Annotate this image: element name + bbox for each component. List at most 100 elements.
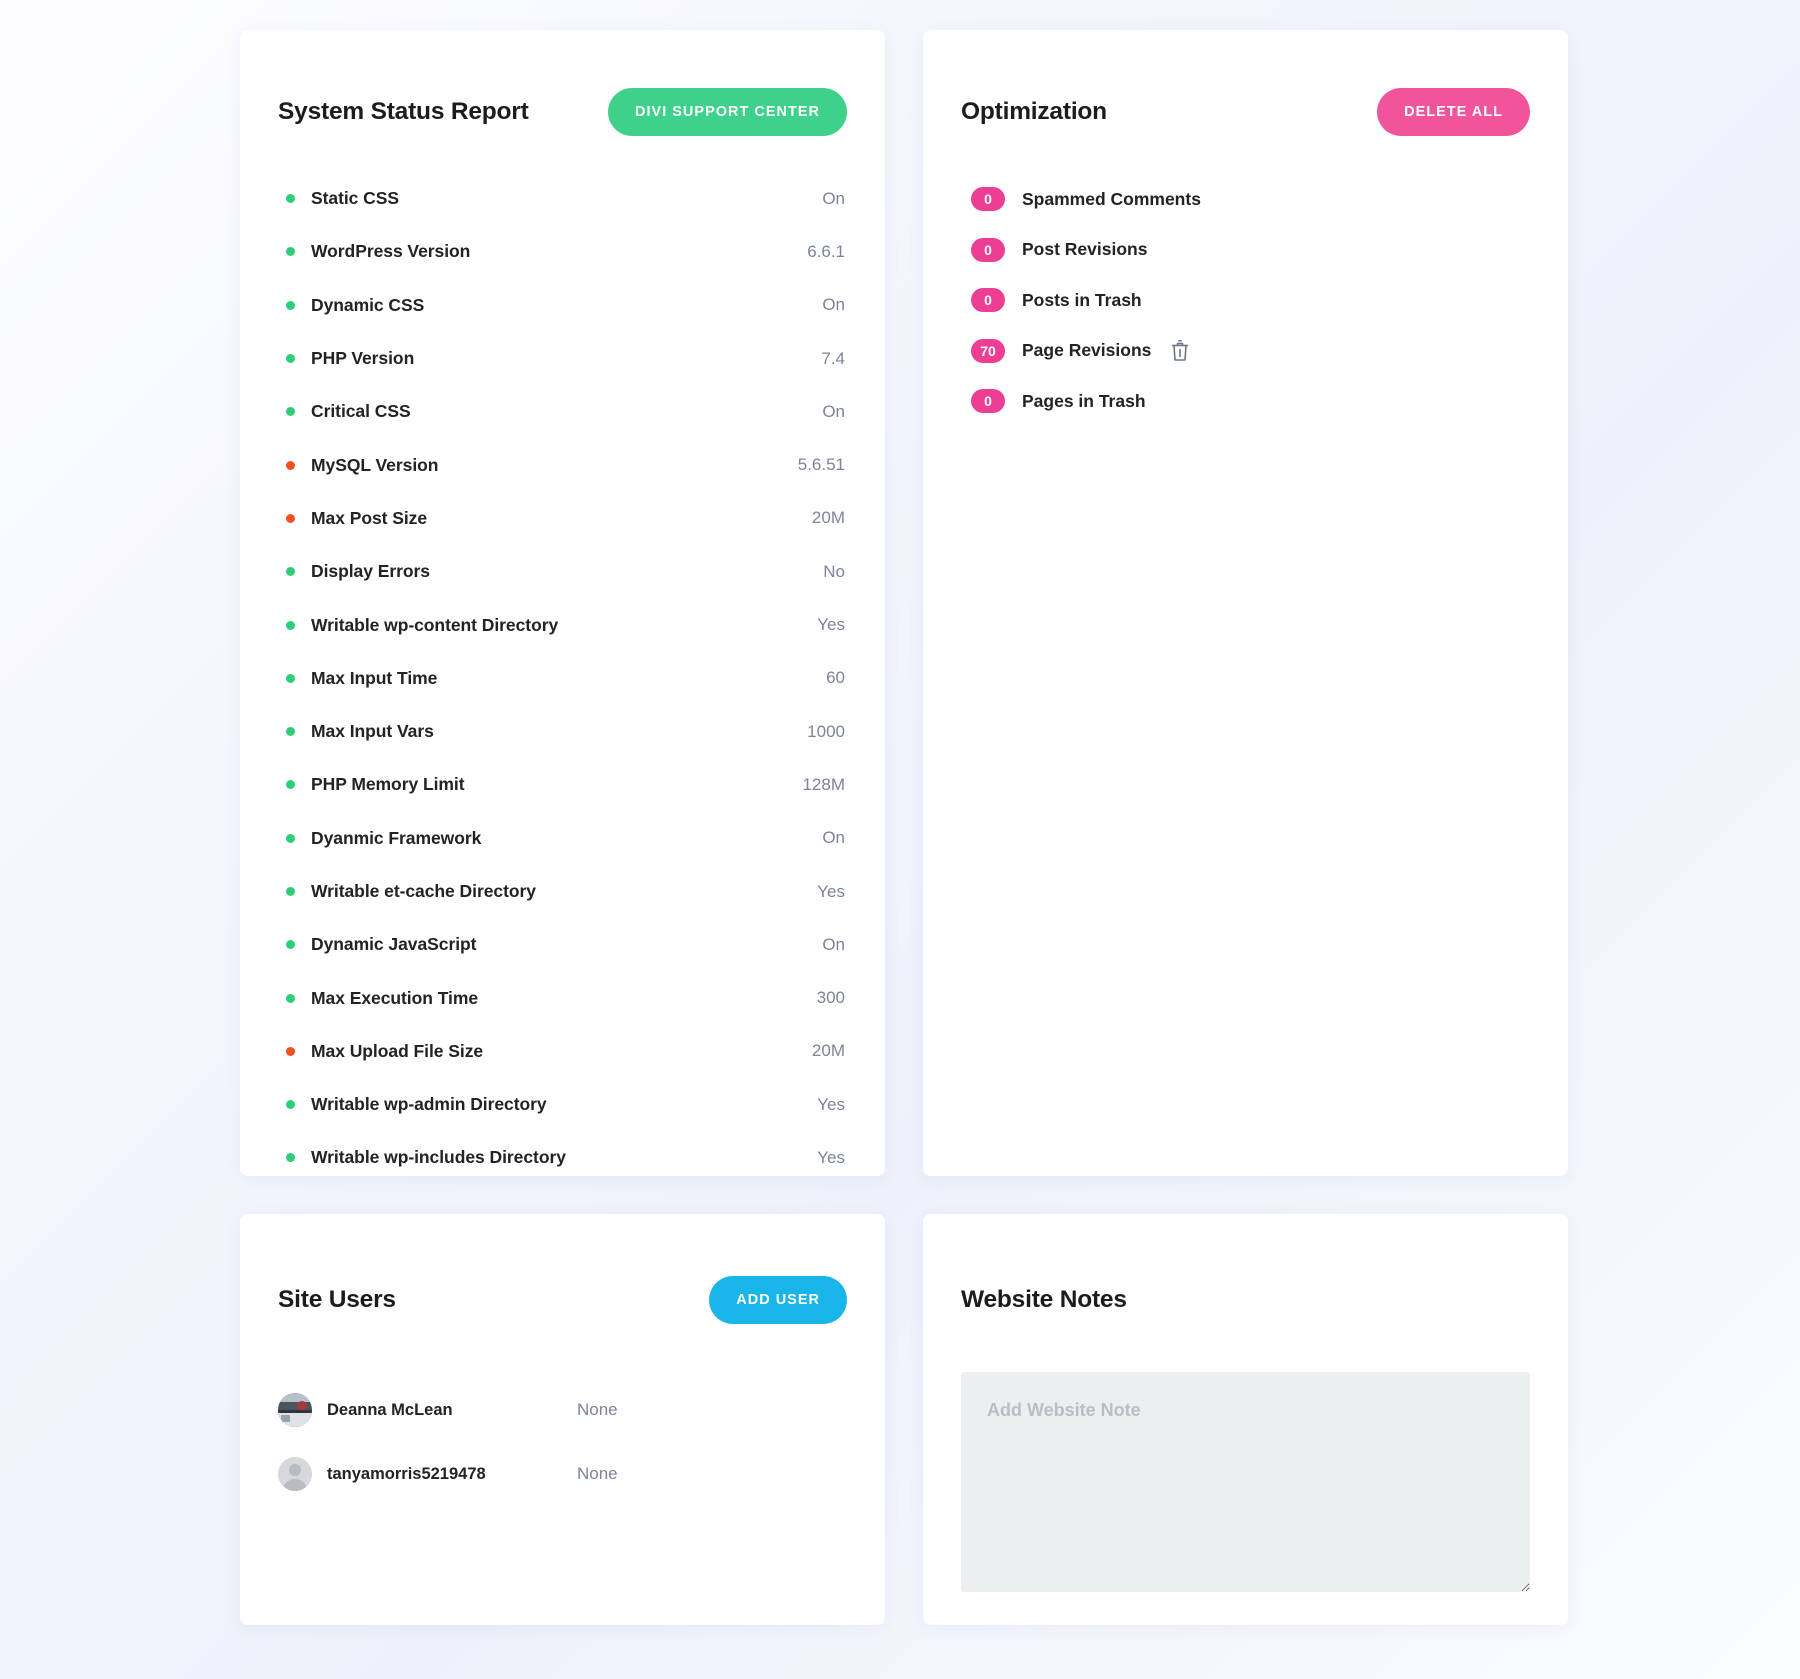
status-dot-icon (286, 247, 295, 257)
table-row: Max Input Vars 1000 (278, 705, 847, 758)
site-users-card: Site Users ADD USER Deanna McLean None t… (240, 1214, 885, 1625)
status-label: PHP Memory Limit (311, 774, 465, 795)
status-dot-icon (286, 460, 295, 470)
status-dot-icon (286, 780, 295, 790)
table-row: Dyanmic Framework On (278, 812, 847, 865)
avatar (278, 1457, 312, 1491)
status-value: 1000 (807, 721, 845, 741)
status-dot-icon (286, 887, 295, 896)
table-row: Writable et-cache Directory Yes (278, 865, 847, 918)
status-label: Dynamic CSS (311, 294, 425, 315)
table-row: PHP Memory Limit 128M (278, 758, 847, 811)
status-value: On (822, 295, 845, 315)
status-label: MySQL Version (311, 454, 439, 475)
status-dot-icon (286, 727, 295, 737)
divi-support-center-button[interactable]: DIVI SUPPORT CENTER (608, 88, 847, 136)
optimization-label: Post Revisions (1022, 239, 1148, 260)
status-dot-icon (286, 194, 295, 204)
optimization-card: Optimization DELETE ALL 0 Spammed Commen… (923, 30, 1568, 1176)
page-title-website-notes: Website Notes (961, 1286, 1127, 1313)
status-label: Max Upload File Size (311, 1040, 484, 1061)
status-value: 7.4 (821, 348, 845, 368)
status-value: 128M (802, 774, 845, 794)
optimization-label: Pages in Trash (1022, 390, 1146, 411)
status-value: Yes (817, 615, 845, 635)
list-item: 0 Pages in Trash (961, 376, 1530, 427)
table-row: Static CSS On (278, 172, 847, 225)
status-label: Writable wp-content Directory (311, 614, 559, 635)
status-value: Yes (817, 1147, 845, 1167)
add-user-button[interactable]: ADD USER (709, 1276, 847, 1324)
list-item: 70 Page Revisions (961, 326, 1530, 377)
status-value: On (822, 934, 845, 954)
status-dot-icon (286, 567, 295, 577)
table-row: Dynamic CSS On (278, 279, 847, 332)
status-dot-icon (286, 300, 295, 310)
delete-page-revisions-button[interactable] (1169, 339, 1191, 363)
status-value: 20M (811, 1041, 845, 1061)
website-notes-card: Website Notes (923, 1214, 1568, 1625)
status-value: 5.6.51 (797, 455, 845, 475)
status-label: Max Post Size (311, 507, 428, 528)
status-badge: 70 (971, 338, 1005, 363)
table-row: Display Errors No (278, 545, 847, 598)
status-value: On (822, 828, 845, 848)
status-label: Max Input Vars (311, 721, 434, 742)
status-label: Max Input Time (311, 667, 438, 688)
status-label: Dyanmic Framework (311, 827, 482, 848)
dashboard-grid: System Status Report DIVI SUPPORT CENTER… (240, 30, 1568, 1625)
status-badge: 0 (971, 389, 1005, 414)
table-row: Max Execution Time 300 (278, 971, 847, 1024)
table-row: Writable wp-admin Directory Yes (278, 1078, 847, 1131)
status-value: 300 (816, 988, 845, 1008)
optimization-label: Posts in Trash (1022, 289, 1142, 310)
table-row: WordPress Version 6.6.1 (278, 225, 847, 278)
status-value: On (822, 401, 845, 421)
status-label: PHP Version (311, 348, 415, 369)
user-role: None (577, 1464, 618, 1483)
website-note-input[interactable] (961, 1372, 1530, 1592)
list-item[interactable]: Deanna McLean None (278, 1378, 847, 1442)
optimization-list: 0 Spammed Comments 0 Post Revisions 0 Po… (961, 174, 1530, 427)
status-dot-icon (286, 620, 295, 630)
table-row: PHP Version 7.4 (278, 332, 847, 385)
status-label: Static CSS (311, 188, 399, 209)
status-label: Display Errors (311, 561, 430, 582)
status-dot-icon (286, 993, 295, 1003)
website-notes-header: Website Notes (961, 1270, 1530, 1330)
status-label: Dynamic JavaScript (311, 934, 477, 955)
status-dot-icon (286, 940, 295, 950)
site-users-header: Site Users ADD USER (278, 1270, 847, 1330)
optimization-label: Spammed Comments (1022, 188, 1201, 209)
status-dot-icon (286, 354, 295, 364)
status-label: Writable wp-includes Directory (311, 1147, 566, 1168)
list-item[interactable]: tanyamorris5219478 None (278, 1442, 847, 1506)
list-item: 0 Posts in Trash (961, 275, 1530, 326)
page-title-system-status: System Status Report (278, 98, 529, 125)
optimization-header: Optimization DELETE ALL (961, 82, 1530, 142)
status-label: Writable et-cache Directory (311, 881, 536, 901)
delete-all-button[interactable]: DELETE ALL (1377, 88, 1530, 136)
user-role: None (577, 1400, 618, 1419)
status-value: On (822, 188, 845, 208)
status-value: Yes (817, 881, 845, 901)
status-badge: 0 (971, 237, 1005, 262)
status-dot-icon (286, 833, 295, 843)
table-row: Writable wp-content Directory Yes (278, 598, 847, 651)
status-dot-icon (286, 1153, 295, 1163)
status-dot-icon (286, 673, 295, 683)
avatar (278, 1393, 312, 1427)
list-item: 0 Post Revisions (961, 225, 1530, 276)
system-status-list: Static CSS On WordPress Version 6.6.1 Dy… (278, 172, 847, 1176)
trash-icon (1169, 339, 1191, 363)
table-row: Max Post Size 20M (278, 492, 847, 545)
status-dot-icon (286, 513, 295, 523)
status-value: Yes (817, 1094, 845, 1114)
page-title-optimization: Optimization (961, 98, 1107, 125)
system-status-header: System Status Report DIVI SUPPORT CENTER (278, 82, 847, 142)
status-value: No (823, 561, 845, 581)
table-row: Writable wp-includes Directory Yes (278, 1131, 847, 1176)
optimization-label: Page Revisions (1022, 340, 1152, 361)
status-label: Critical CSS (311, 401, 411, 422)
list-item: 0 Spammed Comments (961, 174, 1530, 225)
